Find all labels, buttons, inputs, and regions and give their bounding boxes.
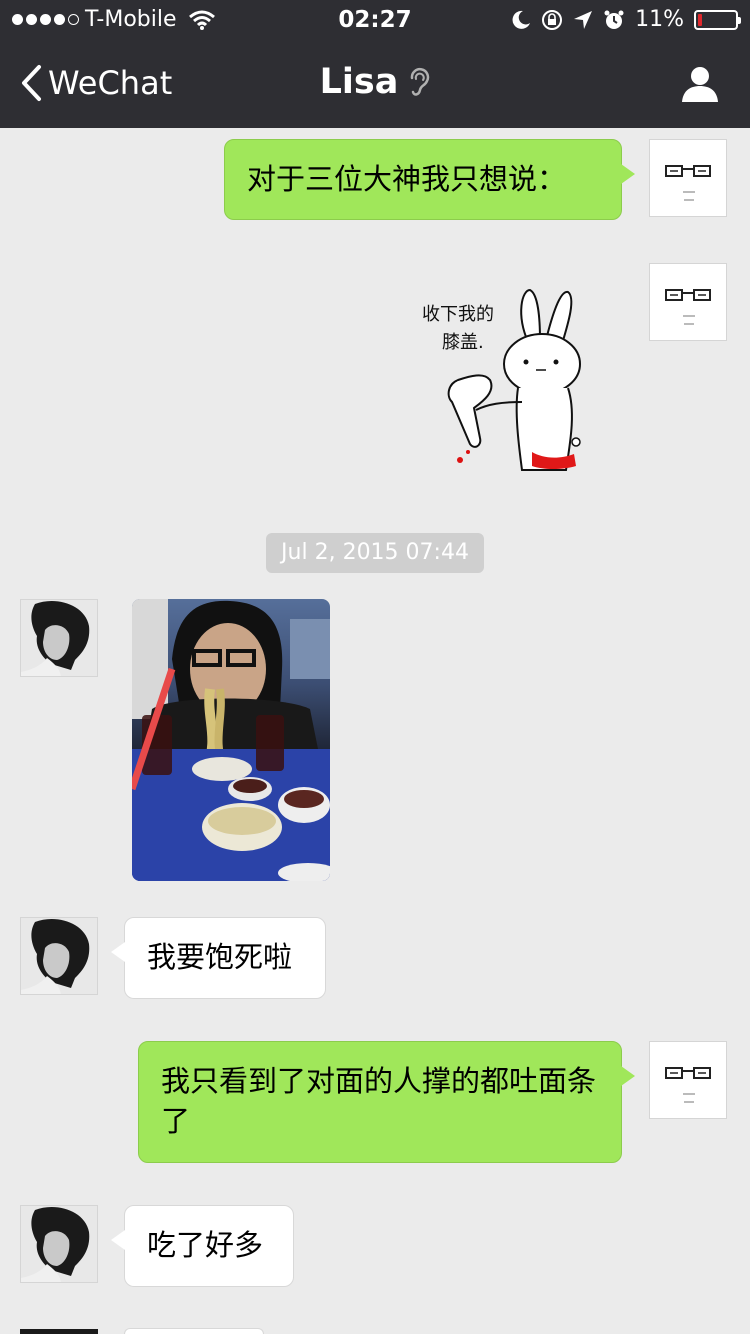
message-bubble-sent[interactable]: 我只看到了对面的人撑的都吐面条了 <box>138 1041 635 1163</box>
message-text: 我只看到了对面的人撑的都吐面条了 <box>161 1064 597 1138</box>
alarm-icon <box>604 10 624 29</box>
avatar[interactable] <box>20 917 98 995</box>
my-avatar-face <box>665 165 711 201</box>
lisa-avatar-photo <box>21 918 97 994</box>
sticker-text-line1: 收下我的 <box>422 304 494 325</box>
message-bubble-received[interactable]: 我要饱死啦 <box>111 917 326 999</box>
person-icon <box>682 67 718 102</box>
ear-icon <box>411 67 430 96</box>
avatar[interactable] <box>649 263 727 341</box>
sticker-text-line2: 膝盖. <box>442 332 484 353</box>
rotation-lock-icon <box>542 9 563 30</box>
rabbit-sticker: 收下我的 膝盖. <box>422 288 581 471</box>
partial-avatar <box>20 1329 98 1334</box>
avatar[interactable] <box>649 139 727 217</box>
sticker-message[interactable]: 收下我的 膝盖. <box>418 284 588 474</box>
profile-button[interactable] <box>680 64 720 108</box>
nav-bar: WeChat Lisa <box>0 40 750 128</box>
message-text: 对于三位大神我只想说： <box>247 162 567 196</box>
battery-percent: 11% <box>635 7 684 32</box>
battery-icon <box>694 9 741 30</box>
lisa-avatar-photo <box>21 1206 97 1282</box>
moon-icon <box>512 10 531 29</box>
message-bubble-received[interactable]: 吃了好多 <box>111 1205 294 1287</box>
chat-timestamp: Jul 2, 2015 07:44 <box>266 533 484 573</box>
my-avatar-face <box>665 1067 711 1103</box>
message-bubble-sent[interactable]: 对于三位大神我只想说： <box>224 139 635 220</box>
noodle-photo <box>132 599 330 881</box>
battery-fill <box>698 13 702 26</box>
lisa-avatar-photo <box>21 600 97 676</box>
avatar[interactable] <box>20 599 98 677</box>
message-text: 我要饱死啦 <box>147 940 293 974</box>
status-bar: T-Mobile 02:27 11% <box>0 0 750 40</box>
message-text: 吃了好多 <box>147 1228 264 1262</box>
avatar[interactable] <box>649 1041 727 1119</box>
location-arrow-icon <box>574 10 593 29</box>
photo-message[interactable] <box>132 599 330 881</box>
chat-title: Lisa <box>319 62 399 102</box>
my-avatar-face <box>665 289 711 325</box>
avatar[interactable] <box>20 1205 98 1283</box>
partial-bubble <box>124 1328 264 1334</box>
